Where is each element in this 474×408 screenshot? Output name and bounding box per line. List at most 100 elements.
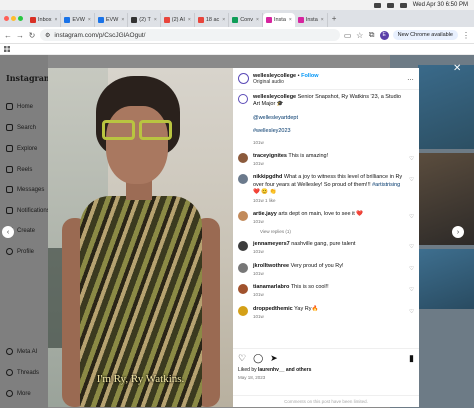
reload-icon[interactable]: ↻ xyxy=(28,31,36,40)
commenter-avatar[interactable] xyxy=(238,210,248,221)
control-center-icon[interactable] xyxy=(399,2,407,8)
commenter-avatar[interactable] xyxy=(238,241,248,252)
new-tab-icon[interactable]: + xyxy=(332,14,337,23)
ig-nav-notifications[interactable]: Notifications xyxy=(6,207,50,214)
new-chrome-available-button[interactable]: New Chrome available xyxy=(392,30,458,40)
view-replies-link[interactable]: View replies (1) xyxy=(260,229,414,234)
extensions-icon[interactable]: ⧉ xyxy=(368,30,376,40)
author-username[interactable]: wellesleycollege xyxy=(253,73,296,79)
browser-tab[interactable]: EVW × xyxy=(95,13,129,27)
caption-username[interactable]: wellesleycollege xyxy=(253,94,296,100)
comment-like-count[interactable]: 1 like xyxy=(265,198,276,203)
ig-nav-explore[interactable]: Explore xyxy=(6,145,37,152)
post-date[interactable]: May 18, 2023 xyxy=(238,375,414,380)
commenter-username[interactable]: droppedthemic xyxy=(253,306,293,312)
tab-close-icon[interactable]: × xyxy=(321,17,324,23)
tab-close-icon[interactable]: × xyxy=(222,17,225,23)
comment-age[interactable]: 101w xyxy=(253,271,264,276)
next-post-arrow-icon[interactable]: › xyxy=(452,226,464,238)
comment-like-heart-icon[interactable]: ♡ xyxy=(409,309,414,315)
comment-icon[interactable]: ◯ xyxy=(253,353,263,364)
comment-like-heart-icon[interactable]: ♡ xyxy=(409,177,414,183)
cast-icon[interactable]: ▭ xyxy=(344,31,352,40)
commenter-avatar[interactable] xyxy=(238,262,248,273)
save-bookmark-icon[interactable]: ▮ xyxy=(409,353,414,364)
like-heart-icon[interactable]: ♡ xyxy=(238,353,246,364)
liked-by-username[interactable]: laurenhv__ xyxy=(258,367,284,373)
follow-button[interactable]: Follow xyxy=(301,73,318,79)
battery-icon[interactable] xyxy=(386,2,394,8)
browser-tab[interactable]: (2) AI × xyxy=(161,13,195,27)
menubar-datetime[interactable]: Wed Apr 30 6:50 PM xyxy=(413,2,468,8)
browser-tab[interactable]: Inbox × xyxy=(27,13,62,27)
author-avatar[interactable] xyxy=(238,73,249,84)
commenter-avatar[interactable] xyxy=(238,284,248,295)
comment-age[interactable]: 101w xyxy=(253,219,264,224)
wifi-icon[interactable] xyxy=(373,2,381,8)
tab-close-icon[interactable]: × xyxy=(121,17,124,23)
tab-close-icon[interactable]: × xyxy=(54,17,57,23)
site-info-icon[interactable]: ⚙ xyxy=(45,32,50,39)
comments-list[interactable]: wellesleycollege Senior Snapshot, Ry Wat… xyxy=(233,90,419,348)
commenter-avatar[interactable] xyxy=(238,152,248,163)
ig-nav-search[interactable]: Search xyxy=(6,124,36,131)
commenter-username[interactable]: jkrolltwothree xyxy=(253,263,289,269)
ig-nav-reels[interactable]: Reels xyxy=(6,166,32,173)
ig-nav-threads[interactable]: Threads xyxy=(6,369,39,376)
forward-icon[interactable]: → xyxy=(16,31,24,40)
ig-nav-home[interactable]: Home xyxy=(6,103,33,110)
instagram-logo[interactable]: Instagram xyxy=(6,73,52,83)
commenter-username[interactable]: artie.jayy xyxy=(253,211,277,217)
comment-like-heart-icon[interactable]: ♡ xyxy=(409,214,414,220)
tab-close-icon[interactable]: × xyxy=(88,17,91,23)
previous-post-arrow-icon[interactable]: ‹ xyxy=(2,226,14,238)
url-input[interactable]: ⚙ instagram.com/p/CscJGlAOgut/ xyxy=(40,29,340,41)
comment-age[interactable]: 101w xyxy=(253,314,264,319)
ig-nav-more[interactable]: More xyxy=(6,390,31,397)
comment-age[interactable]: 101w xyxy=(253,292,264,297)
ig-nav-profile[interactable]: Profile xyxy=(6,248,34,255)
tab-close-icon[interactable]: × xyxy=(188,17,191,23)
comment-age[interactable]: 101w xyxy=(253,198,264,203)
back-icon[interactable]: ← xyxy=(4,31,12,40)
caption-mention[interactable]: @wellesleyartdept xyxy=(253,115,404,122)
comment-like-heart-icon[interactable]: ♡ xyxy=(409,287,414,293)
share-icon[interactable]: ➤ xyxy=(270,353,278,364)
commenter-avatar[interactable] xyxy=(238,174,248,185)
audio-label[interactable]: Original audio xyxy=(253,79,319,85)
browser-tab[interactable]: 18 ac × xyxy=(195,13,230,27)
comment-age[interactable]: 101w xyxy=(253,249,264,254)
profile-avatar[interactable]: E xyxy=(379,30,389,40)
commenter-username[interactable]: jennameyers7 xyxy=(253,241,290,247)
tab-close-icon[interactable]: × xyxy=(289,17,292,23)
commenter-avatar[interactable] xyxy=(238,305,248,316)
close-modal-icon[interactable]: ✕ xyxy=(453,63,461,74)
browser-tab[interactable]: Insta × xyxy=(262,13,295,27)
comment-like-heart-icon[interactable]: ♡ xyxy=(409,156,414,162)
caption-hashtag[interactable]: #wellesley2023 xyxy=(253,128,404,135)
commenter-username[interactable]: nikkipgdhd xyxy=(253,174,282,180)
tab-favicon-icon xyxy=(64,17,71,23)
comment-age[interactable]: 101w xyxy=(253,161,264,166)
ig-nav-messages[interactable]: Messages xyxy=(6,186,44,193)
liked-by-others[interactable]: and others xyxy=(286,367,312,373)
tab-close-icon[interactable]: × xyxy=(256,17,259,23)
chrome-menu-icon[interactable]: ⋮ xyxy=(462,31,470,40)
bookmark-star-icon[interactable]: ☆ xyxy=(356,31,364,40)
comment-like-heart-icon[interactable]: ♡ xyxy=(409,244,414,250)
post-video[interactable]: I'm Ry, Ry Watkins. xyxy=(48,68,233,407)
ig-nav-meta-ai[interactable]: Meta AI xyxy=(6,348,37,355)
browser-tab[interactable]: Conv × xyxy=(229,13,263,27)
more-options-icon[interactable]: … xyxy=(407,75,414,82)
commenter-username[interactable]: traceyignites xyxy=(253,153,287,159)
comment-hashtag[interactable]: #artistrising xyxy=(372,182,400,188)
commenter-username[interactable]: tianamarlabro xyxy=(253,284,289,290)
apps-grid-icon[interactable] xyxy=(4,46,10,52)
browser-tab[interactable]: Insta × xyxy=(295,13,328,27)
tab-close-icon[interactable]: × xyxy=(154,17,157,23)
comment-like-heart-icon[interactable]: ♡ xyxy=(409,266,414,272)
browser-tab[interactable]: EVW × xyxy=(61,13,95,27)
author-avatar[interactable] xyxy=(238,94,248,104)
window-controls[interactable] xyxy=(4,16,23,21)
browser-tab[interactable]: (2) T × xyxy=(128,13,161,27)
